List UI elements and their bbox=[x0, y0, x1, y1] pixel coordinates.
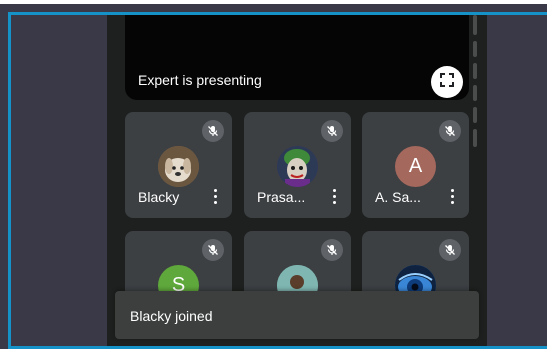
mic-off-icon bbox=[202, 239, 224, 261]
avatar bbox=[277, 146, 318, 187]
right-backdrop bbox=[487, 15, 547, 346]
mic-off-icon bbox=[202, 120, 224, 142]
scrollbar[interactable] bbox=[473, 15, 477, 147]
presenting-label: Expert is presenting bbox=[138, 72, 262, 88]
toast-notification: Blacky joined bbox=[115, 291, 479, 339]
avatar: A bbox=[395, 146, 436, 187]
fullscreen-button[interactable] bbox=[431, 66, 463, 98]
avatar bbox=[158, 146, 199, 187]
more-vert-icon[interactable] bbox=[445, 186, 459, 206]
participant-tile[interactable]: A A. Sa... bbox=[362, 112, 469, 218]
mic-off-icon bbox=[439, 239, 461, 261]
window-top-strip bbox=[0, 0, 547, 4]
left-backdrop bbox=[11, 15, 107, 346]
more-vert-icon[interactable] bbox=[208, 186, 222, 206]
mic-off-icon bbox=[321, 120, 343, 142]
more-vert-icon[interactable] bbox=[327, 186, 341, 206]
participant-name: Prasa... bbox=[257, 189, 306, 205]
avatar-initial: A bbox=[408, 155, 423, 177]
mic-off-icon bbox=[439, 120, 461, 142]
participant-tile[interactable]: Blacky bbox=[125, 112, 232, 218]
participant-name: A. Sa... bbox=[375, 189, 421, 205]
participant-tile[interactable]: Prasa... bbox=[244, 112, 351, 218]
toast-message: Blacky joined bbox=[130, 308, 213, 324]
participant-name: Blacky bbox=[138, 189, 180, 205]
fullscreen-icon bbox=[440, 72, 454, 92]
presentation-tile[interactable]: Expert is presenting bbox=[125, 15, 469, 100]
mic-off-icon bbox=[321, 239, 343, 261]
